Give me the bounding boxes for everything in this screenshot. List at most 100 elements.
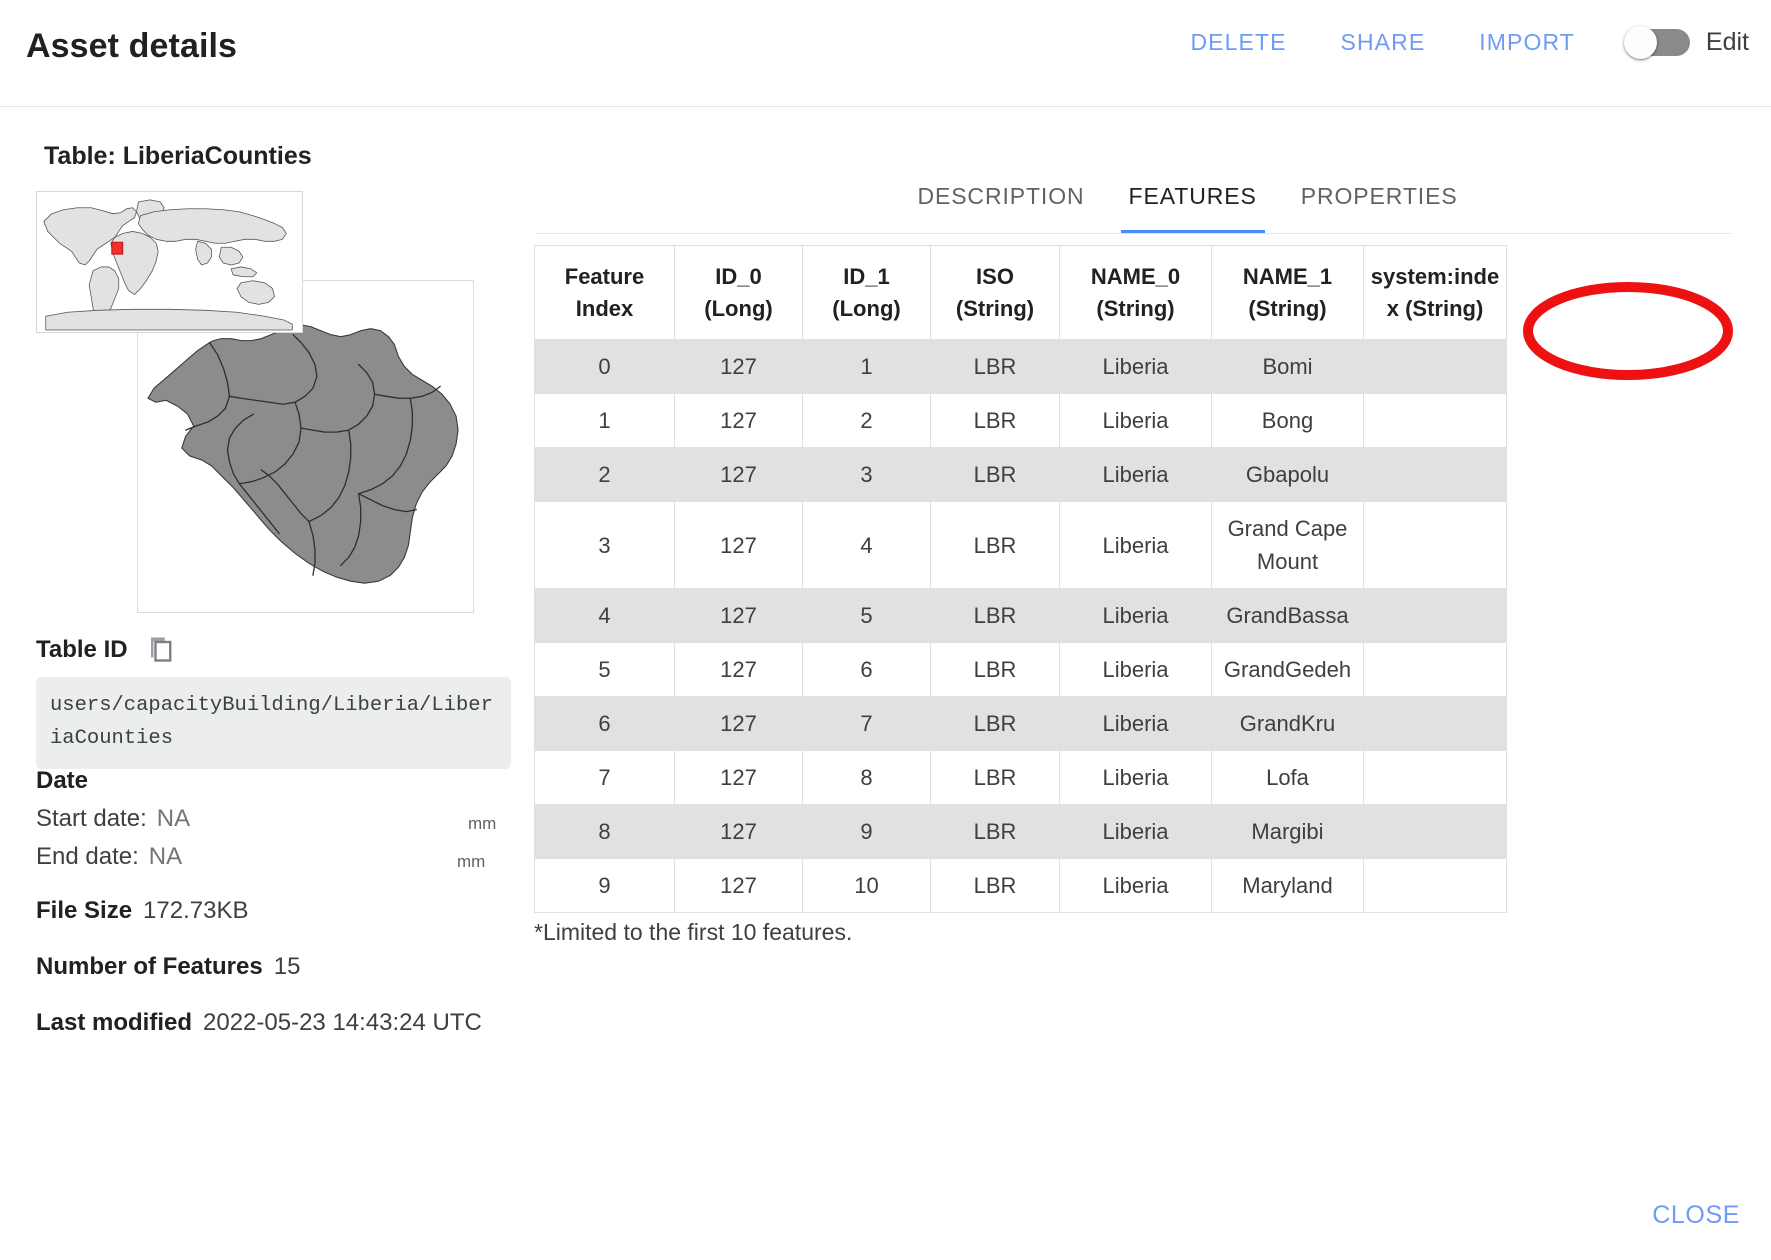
cell-iso: LBR <box>930 447 1060 502</box>
cell-system-index <box>1363 339 1507 394</box>
cell-feature-index: 4 <box>534 588 675 643</box>
dialog-header: Asset details DELETE SHARE IMPORT Edit <box>0 0 1771 107</box>
start-date-format-hint: mm <box>468 814 497 833</box>
cell-name1: GrandKru <box>1211 696 1364 751</box>
cell-iso: LBR <box>930 750 1060 805</box>
asset-info-panel: Table: LiberiaCounties Table ID users/ca… <box>0 107 600 1260</box>
world-map-inset <box>36 191 303 333</box>
cell-iso: LBR <box>930 696 1060 751</box>
end-date-value: NA <box>148 843 183 870</box>
cell-system-index <box>1363 750 1507 805</box>
cell-name0: Liberia <box>1059 339 1212 394</box>
cell-iso: LBR <box>930 804 1060 859</box>
cell-id0: 127 <box>674 858 803 913</box>
cell-id0: 127 <box>674 588 803 643</box>
num-features-value: 15 <box>273 953 301 980</box>
cell-name0: Liberia <box>1059 750 1212 805</box>
table-row: 1 127 2 LBR Liberia Bong <box>534 393 1507 448</box>
cell-name0: Liberia <box>1059 858 1212 913</box>
table-id-value[interactable]: users/capacityBuilding/Liberia/LiberiaCo… <box>36 677 511 769</box>
num-features-label: Number of Features <box>36 953 263 980</box>
cell-feature-index: 2 <box>534 447 675 502</box>
col-header-id1: ID_1 (Long) <box>802 245 931 340</box>
tab-features[interactable]: FEATURES <box>1107 177 1279 234</box>
cell-system-index <box>1363 858 1507 913</box>
cell-name1: Bong <box>1211 393 1364 448</box>
cell-feature-index: 9 <box>534 858 675 913</box>
cell-id0: 127 <box>674 339 803 394</box>
edit-toggle-label: Edit <box>1705 28 1749 56</box>
file-size-label: File Size <box>36 897 133 924</box>
import-button[interactable]: IMPORT <box>1452 29 1602 56</box>
share-button[interactable]: SHARE <box>1314 29 1453 56</box>
asset-table-name: Table: LiberiaCounties <box>44 142 312 170</box>
cell-name1: Maryland <box>1211 858 1364 913</box>
cell-id0: 127 <box>674 750 803 805</box>
tab-description[interactable]: DESCRIPTION <box>895 177 1106 234</box>
cell-iso: LBR <box>930 588 1060 643</box>
end-date-format-hint: mm <box>457 852 486 871</box>
edit-toggle[interactable] <box>1623 26 1690 59</box>
cell-name0: Liberia <box>1059 804 1212 859</box>
date-label: Date <box>36 767 89 794</box>
start-date-row: Start date: NA <box>36 805 190 833</box>
cell-id0: 127 <box>674 696 803 751</box>
table-row: 6 127 7 LBR Liberia GrandKru <box>534 696 1507 751</box>
delete-button[interactable]: DELETE <box>1163 29 1313 56</box>
close-button[interactable]: CLOSE <box>1652 1201 1740 1230</box>
cell-id1: 6 <box>802 642 931 697</box>
tab-properties[interactable]: PROPERTIES <box>1279 177 1480 234</box>
tab-bar: DESCRIPTION FEATURES PROPERTIES <box>640 177 1735 239</box>
cell-iso: LBR <box>930 501 1060 589</box>
cell-feature-index: 0 <box>534 339 675 394</box>
cell-iso: LBR <box>930 642 1060 697</box>
copy-icon[interactable] <box>146 635 176 665</box>
cell-iso: LBR <box>930 858 1060 913</box>
cell-id1: 5 <box>802 588 931 643</box>
cell-system-index <box>1363 447 1507 502</box>
cell-id0: 127 <box>674 804 803 859</box>
cell-name1: Gbapolu <box>1211 447 1364 502</box>
cell-name1: Lofa <box>1211 750 1364 805</box>
cell-id1: 8 <box>802 750 931 805</box>
cell-id1: 10 <box>802 858 931 913</box>
cell-feature-index: 7 <box>534 750 675 805</box>
table-id-row: Table ID <box>36 635 176 665</box>
cell-id1: 1 <box>802 339 931 394</box>
cell-name0: Liberia <box>1059 642 1212 697</box>
last-modified-value: 2022-05-23 14:43:24 UTC <box>203 1009 482 1036</box>
table-row: 9 127 10 LBR Liberia Maryland <box>534 858 1507 913</box>
cell-id1: 4 <box>802 501 931 589</box>
col-header-iso: ISO (String) <box>930 245 1060 340</box>
table-header-row: Feature Index ID_0 (Long) ID_1 (Long) IS… <box>534 245 1507 340</box>
tab-bar-divider <box>536 233 1731 234</box>
num-features-row: Number of Features 15 <box>36 953 300 981</box>
cell-feature-index: 5 <box>534 642 675 697</box>
table-row: 3 127 4 LBR Liberia Grand Cape Mount <box>534 501 1507 589</box>
features-table-note: *Limited to the first 10 features. <box>534 919 853 945</box>
cell-feature-index: 3 <box>534 501 675 589</box>
cell-id0: 127 <box>674 501 803 589</box>
col-header-name1: NAME_1 (String) <box>1211 245 1364 340</box>
toggle-knob <box>1623 26 1657 59</box>
col-header-name0: NAME_0 (String) <box>1059 245 1212 340</box>
table-row: 5 127 6 LBR Liberia GrandGedeh <box>534 642 1507 697</box>
file-size-value: 172.73KB <box>143 897 249 924</box>
col-header-id0: ID_0 (Long) <box>674 245 803 340</box>
start-date-label: Start date: <box>36 805 147 832</box>
edit-toggle-group: Edit <box>1623 26 1749 59</box>
cell-iso: LBR <box>930 393 1060 448</box>
cell-system-index <box>1363 804 1507 859</box>
cell-name0: Liberia <box>1059 447 1212 502</box>
cell-id0: 127 <box>674 642 803 697</box>
cell-system-index <box>1363 642 1507 697</box>
features-table-head: Feature Index ID_0 (Long) ID_1 (Long) IS… <box>534 245 1507 340</box>
features-table-body: 0 127 1 LBR Liberia Bomi 1 127 2 LBR Liberia Bong … <box>534 339 1507 913</box>
cell-name0: Liberia <box>1059 696 1212 751</box>
cell-iso: LBR <box>930 339 1060 394</box>
start-date-value: NA <box>156 805 191 832</box>
features-table: Feature Index ID_0 (Long) ID_1 (Long) IS… <box>534 245 1507 913</box>
end-date-row: End date: NA <box>36 843 182 871</box>
cell-id0: 127 <box>674 447 803 502</box>
features-table-container: Feature Index ID_0 (Long) ID_1 (Long) IS… <box>534 245 1705 913</box>
